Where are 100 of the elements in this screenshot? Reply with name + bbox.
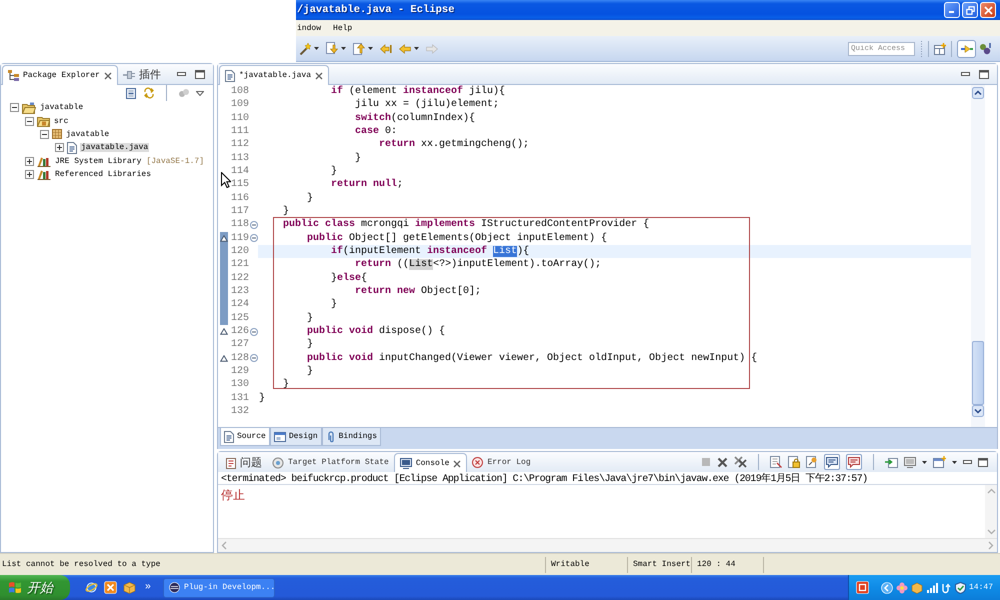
expand-icon[interactable] — [25, 156, 34, 166]
view-tab[interactable]: 插件 — [118, 65, 166, 84]
view-tab[interactable]: Error Log — [467, 453, 536, 472]
box-icon[interactable] — [123, 581, 136, 594]
code-line: } — [307, 312, 314, 325]
tree-item[interactable]: src — [53, 116, 70, 126]
wand-icon[interactable] — [299, 42, 311, 54]
tree-item[interactable]: javatable.java — [80, 143, 150, 152]
signal-bars-icon[interactable] — [926, 582, 938, 594]
clear-page-icon[interactable] — [770, 456, 782, 468]
minimize-icon[interactable] — [961, 72, 970, 76]
plug-icon — [122, 70, 135, 80]
sync-arrows-icon[interactable] — [143, 87, 155, 99]
caret-icon[interactable] — [922, 460, 927, 464]
maximize-icon[interactable] — [979, 70, 989, 78]
minimize-icon[interactable] — [963, 460, 972, 464]
code-line: } — [307, 192, 314, 205]
hexagon-icon[interactable] — [911, 582, 923, 594]
view-tab[interactable]: Target Platform State — [267, 453, 394, 472]
circles-bar-icon[interactable] — [979, 42, 992, 55]
x-square-icon[interactable] — [104, 581, 117, 594]
code-line: public Object[] getElements(Object inputElement) { — [307, 232, 608, 245]
collapse-icon[interactable] — [40, 130, 49, 139]
pin-page-icon[interactable] — [806, 456, 818, 468]
line-number: 132 — [230, 404, 249, 418]
close-icon[interactable] — [453, 460, 462, 468]
disc-icon — [272, 456, 284, 468]
arrow-page-icon[interactable] — [885, 456, 898, 468]
restore-button[interactable] — [962, 2, 978, 18]
view-tab[interactable]: Console — [394, 453, 468, 473]
editor-tab[interactable]: *javatable.java — [219, 65, 330, 85]
shield-icon[interactable] — [955, 582, 966, 594]
line-number: 111 — [230, 124, 249, 138]
line-number: 127 — [230, 338, 249, 352]
console-process-label: <terminated> beifuckrcp.product [Eclipse Application] C:\Program Files\Java\jre7\bin\javaw.exe (2019年1月5日 下午2:37:57) — [221, 472, 868, 485]
line-number: 122 — [230, 272, 249, 285]
page-arrow-up-icon[interactable] — [353, 42, 365, 55]
hook-arrow-icon[interactable] — [941, 582, 952, 594]
collapse-circle-icon[interactable] — [250, 328, 258, 336]
caret-icon[interactable] — [341, 47, 346, 50]
grip-icon[interactable] — [920, 40, 923, 56]
expand-icon[interactable] — [25, 170, 34, 180]
editor-page-tab[interactable]: Source — [220, 428, 270, 446]
view-tab[interactable]: 问题 — [221, 453, 267, 472]
remove-all-icon[interactable] — [734, 456, 747, 468]
close-button[interactable] — [980, 2, 996, 18]
editor-page-tab[interactable]: Design — [270, 428, 322, 446]
minimize-icon[interactable] — [177, 72, 186, 76]
stdout-toggle-button[interactable] — [824, 454, 840, 470]
tree-item[interactable]: javatable — [65, 130, 110, 139]
code-line: } — [307, 338, 314, 352]
collapse-all-icon[interactable] — [125, 88, 137, 98]
expand-icon[interactable] — [55, 143, 64, 152]
collapse-circle-icon[interactable] — [250, 220, 258, 229]
new-window-icon[interactable] — [933, 456, 946, 468]
tree-item[interactable]: JRE System Library — [54, 156, 142, 166]
remove-x-icon[interactable] — [717, 456, 728, 468]
collapse-circle-icon[interactable] — [250, 354, 258, 362]
tree-item[interactable]: Referenced Libraries — [54, 170, 152, 180]
taskbar-task[interactable]: Plug-in Developm... — [163, 578, 276, 598]
perspective-button[interactable] — [957, 40, 976, 58]
lock-page-icon[interactable] — [788, 456, 800, 468]
scrollbar-thumb[interactable] — [972, 341, 984, 405]
window-icon — [274, 432, 286, 442]
menu-item[interactable]: Help — [333, 24, 352, 32]
vertical-scrollbar[interactable] — [971, 85, 985, 427]
maximize-icon[interactable] — [195, 70, 205, 78]
editor-page-tab[interactable]: Bindings — [322, 428, 382, 446]
close-icon[interactable] — [315, 72, 324, 80]
caret-icon[interactable] — [314, 47, 319, 50]
speech-bubble-icon — [826, 456, 838, 468]
more-button[interactable]: » — [145, 582, 152, 593]
collapse-icon[interactable] — [25, 116, 34, 126]
maximize-icon[interactable] — [978, 458, 988, 466]
start-button[interactable]: 开始 — [0, 575, 70, 600]
books-icon — [37, 156, 51, 167]
monitor-icon[interactable] — [904, 456, 916, 468]
menu-item[interactable]: indow — [297, 24, 322, 32]
flower-icon[interactable] — [896, 582, 908, 594]
globe-ring-icon[interactable] — [85, 581, 98, 594]
caret-icon[interactable] — [952, 460, 957, 464]
chevron-circle-icon[interactable] — [881, 582, 893, 594]
collapse-circle-icon[interactable] — [250, 234, 258, 242]
code-line: } — [307, 364, 314, 378]
stderr-toggle-button[interactable] — [846, 454, 862, 470]
close-icon[interactable] — [104, 72, 112, 80]
caret-icon[interactable] — [368, 47, 373, 50]
window-grid-icon[interactable] — [934, 42, 946, 54]
code-line: case 0: — [355, 124, 398, 138]
line-number: 125 — [230, 312, 249, 325]
collapse-icon[interactable] — [10, 103, 19, 112]
tree-item[interactable]: javatable — [39, 103, 84, 112]
square-frame-icon[interactable] — [856, 581, 869, 594]
arrow-left-bar-icon[interactable] — [380, 44, 392, 54]
page-arrow-down-icon[interactable] — [326, 42, 338, 55]
minimize-button[interactable] — [944, 2, 960, 18]
view-tab[interactable]: Package Explorer — [2, 65, 118, 85]
caret-icon[interactable] — [414, 47, 419, 50]
menu-caret-icon[interactable] — [196, 90, 204, 96]
line-number: 124 — [230, 298, 249, 312]
